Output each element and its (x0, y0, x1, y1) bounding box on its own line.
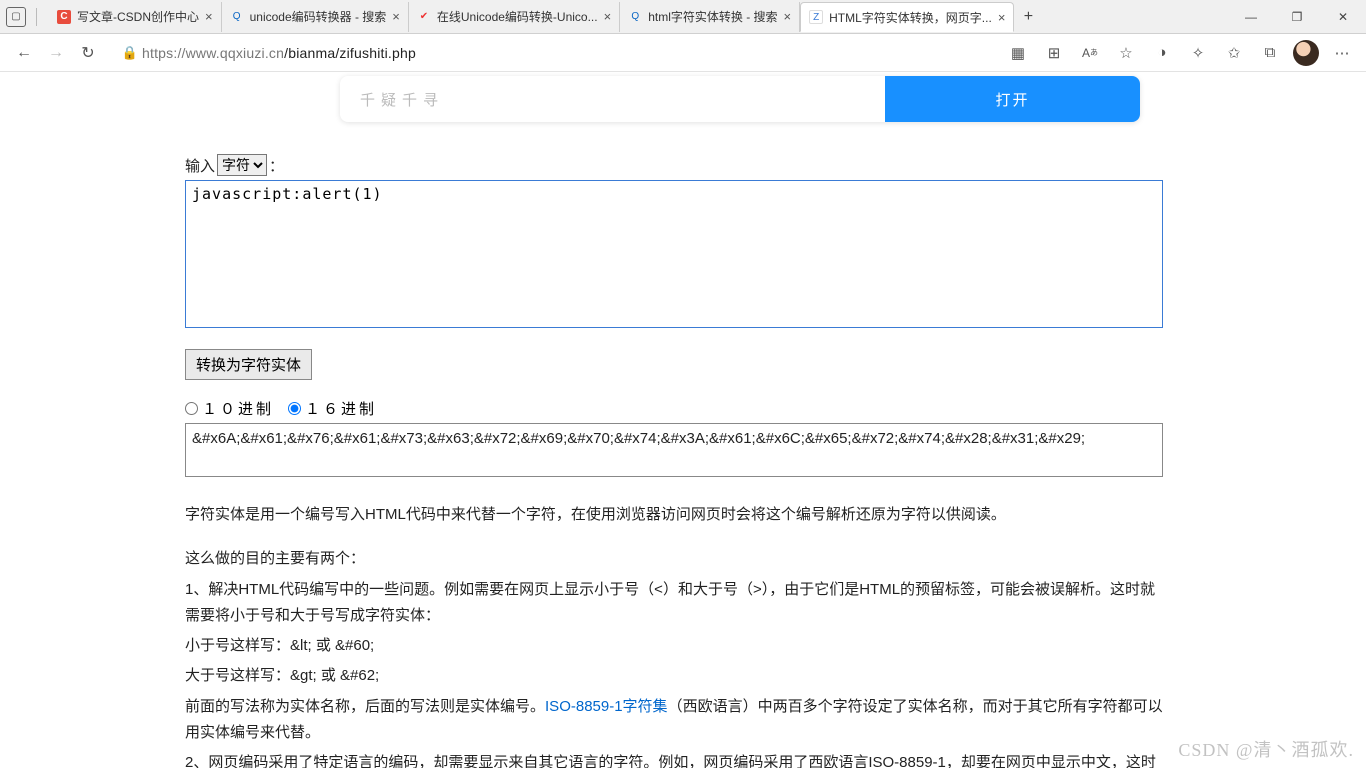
address-bar[interactable]: 🔒 https://www.qqxiuzi.cn/bianma/zifushit… (118, 38, 994, 68)
tab-unicode-tool[interactable]: ✔ 在线Unicode编码转换-Unico... × (409, 2, 620, 32)
url-path: /bianma/zifushiti.php (284, 45, 416, 61)
menu-icon[interactable]: ⋯ (1326, 37, 1358, 69)
tab-csdn[interactable]: C 写文章-CSDN创作中心 × (49, 2, 222, 32)
text-size-icon[interactable]: Aあ (1074, 37, 1106, 69)
favorites-bar-icon[interactable]: ✩ (1218, 37, 1250, 69)
search-icon: Q (230, 10, 244, 24)
close-icon[interactable]: × (784, 9, 792, 24)
collections-icon[interactable]: ⧉ (1254, 37, 1286, 69)
tab-search-unicode[interactable]: Q unicode编码转换器 - 搜索 × (222, 2, 409, 32)
tab-strip: C 写文章-CSDN创作中心 × Q unicode编码转换器 - 搜索 × ✔… (41, 0, 1228, 33)
maximize-button[interactable]: ❐ (1274, 0, 1320, 34)
input-row: 输入 字符 ： (185, 154, 1165, 176)
minimize-button[interactable]: — (1228, 0, 1274, 34)
tab-search-entity[interactable]: Q html字符实体转换 - 搜索 × (620, 2, 800, 32)
lock-icon: 🔒 (118, 45, 142, 61)
ad-card: 千疑千寻 打开 (340, 76, 1140, 122)
apps-icon[interactable]: ⊞ (1038, 37, 1070, 69)
tab-title: unicode编码转换器 - 搜索 (250, 8, 387, 25)
desc-p1: 字符实体是用一个编号写入HTML代码中来代替一个字符，在使用浏览器访问网页时会将… (185, 502, 1165, 528)
watermark: CSDN @清丶酒孤欢. (1178, 736, 1354, 762)
extension-1-icon[interactable]: ◑ (1146, 37, 1178, 69)
input-textarea[interactable] (185, 180, 1163, 328)
profile-avatar[interactable] (1290, 37, 1322, 69)
close-icon[interactable]: × (392, 9, 400, 24)
page-content: 千疑千寻 打开 输入 字符 ： 转换为字符实体 １０进制 １６进制 字符实体是用… (0, 72, 1366, 768)
radio-decimal[interactable]: １０进制 (185, 398, 274, 419)
tab-title: 写文章-CSDN创作中心 (77, 8, 199, 25)
output-textarea[interactable] (185, 423, 1163, 477)
site-icon: Z (809, 10, 823, 24)
csdn-icon: C (57, 10, 71, 24)
desc-p7: 2、网页编码采用了特定语言的编码，却需要显示来自其它语言的字符。例如，网页编码采… (185, 750, 1165, 768)
radio-hex[interactable]: １６进制 (288, 398, 377, 419)
desc-p4: 小于号这样写：&lt; 或 &#60; (185, 633, 1165, 659)
desc-p5: 大于号这样写：&gt; 或 &#62; (185, 663, 1165, 689)
tab-title: HTML字符实体转换，网页字... (829, 9, 992, 26)
ad-placeholder[interactable]: 千疑千寻 (340, 89, 885, 110)
close-icon[interactable]: × (205, 9, 213, 24)
iso-link[interactable]: ISO-8859-1字符集 (545, 698, 668, 715)
tab-overview-icon[interactable]: ▢ (6, 7, 26, 27)
tab-title: html字符实体转换 - 搜索 (648, 8, 777, 25)
refresh-button[interactable]: ↻ (72, 37, 104, 69)
url-host: https://www.qqxiuzi.cn (142, 45, 284, 61)
forward-button[interactable]: → (40, 37, 72, 69)
input-label: 输入 (185, 155, 215, 176)
radix-radio-row: １０进制 １６进制 (185, 398, 1165, 419)
shopping-icon[interactable]: ▦ (1002, 37, 1034, 69)
close-icon[interactable]: × (998, 10, 1006, 25)
browser-toolbar: ← → ↻ 🔒 https://www.qqxiuzi.cn/bianma/zi… (0, 34, 1366, 72)
close-window-button[interactable]: ✕ (1320, 0, 1366, 34)
search-icon: Q (628, 10, 642, 24)
desc-p3: 1、解决HTML代码编写中的一些问题。例如需要在网页上显示小于号（<）和大于号（… (185, 577, 1165, 630)
extension-2-icon[interactable]: ✧ (1182, 37, 1214, 69)
desc-p6: 前面的写法称为实体名称，后面的写法则是实体编号。ISO-8859-1字符集（西欧… (185, 694, 1165, 747)
close-icon[interactable]: × (604, 9, 612, 24)
desc-p2: 这么做的目的主要有两个： (185, 546, 1165, 572)
description: 字符实体是用一个编号写入HTML代码中来代替一个字符，在使用浏览器访问网页时会将… (185, 502, 1165, 768)
tab-entity-tool[interactable]: Z HTML字符实体转换，网页字... × (800, 2, 1014, 32)
browser-titlebar: ▢ C 写文章-CSDN创作中心 × Q unicode编码转换器 - 搜索 ×… (0, 0, 1366, 34)
input-type-select[interactable]: 字符 (217, 154, 267, 176)
back-button[interactable]: ← (8, 37, 40, 69)
new-tab-button[interactable]: + (1014, 8, 1042, 26)
favorite-icon[interactable]: ☆ (1110, 37, 1142, 69)
ad-open-button[interactable]: 打开 (885, 76, 1140, 122)
colon: ： (269, 155, 284, 176)
window-controls: — ❐ ✕ (1228, 0, 1366, 34)
check-icon: ✔ (417, 10, 431, 24)
separator (36, 8, 37, 26)
tab-title: 在线Unicode编码转换-Unico... (437, 8, 598, 25)
convert-button[interactable]: 转换为字符实体 (185, 349, 312, 380)
